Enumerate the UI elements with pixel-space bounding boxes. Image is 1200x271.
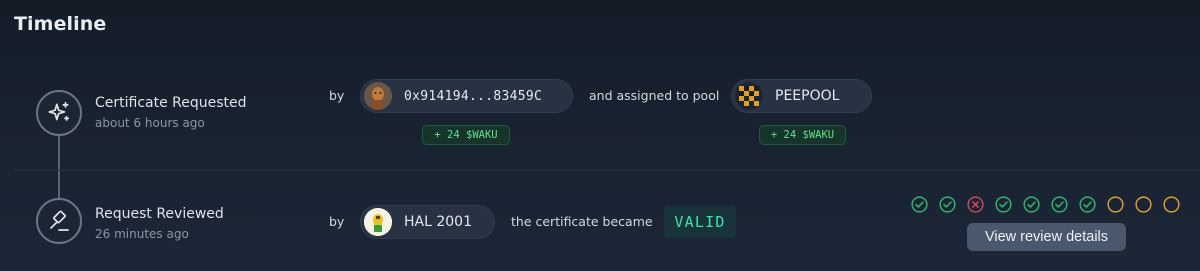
reward-badge: + 24 $WAKU: [759, 125, 846, 145]
pool-avatar: [735, 82, 763, 110]
step-time: about 6 hours ago: [95, 116, 205, 130]
pending-vote-icon: [1135, 196, 1152, 213]
step-divider: [14, 170, 1200, 171]
result-text: the certificate became: [511, 214, 653, 229]
pool-chip[interactable]: PEEPOOL: [731, 79, 872, 113]
page-title: Timeline: [14, 13, 107, 35]
sparkles-icon: [36, 90, 82, 136]
reject-vote-icon: [967, 196, 984, 213]
approve-vote-icon: [911, 196, 928, 213]
pending-vote-icon: [1163, 196, 1180, 213]
status-badge: VALID: [664, 206, 736, 238]
assigned-text: and assigned to pool: [589, 88, 720, 103]
by-label: by: [329, 214, 345, 229]
approve-vote-icon: [995, 196, 1012, 213]
requester-address: 0x914194...83459C: [404, 88, 543, 104]
requester-avatar: [364, 82, 392, 110]
view-review-details-button[interactable]: View review details: [967, 223, 1126, 251]
reward-badge: + 24 $WAKU: [422, 125, 510, 145]
approve-vote-icon: [939, 196, 956, 213]
step-time: 26 minutes ago: [95, 227, 189, 241]
pending-vote-icon: [1107, 196, 1124, 213]
step-title: Request Reviewed: [95, 206, 224, 222]
approve-vote-icon: [1023, 196, 1040, 213]
reviewer-chip[interactable]: HAL 2001: [360, 205, 495, 239]
requester-chip[interactable]: 0x914194...83459C: [360, 79, 573, 113]
gavel-icon: [36, 198, 82, 244]
approve-vote-icon: [1079, 196, 1096, 213]
by-label: by: [329, 88, 345, 103]
reviewer-avatar: [364, 208, 392, 236]
reviewer-name: HAL 2001: [404, 214, 472, 230]
step-title: Certificate Requested: [95, 95, 247, 111]
timeline-connector: [58, 136, 60, 198]
approve-vote-icon: [1051, 196, 1068, 213]
pool-name: PEEPOOL: [775, 88, 840, 104]
